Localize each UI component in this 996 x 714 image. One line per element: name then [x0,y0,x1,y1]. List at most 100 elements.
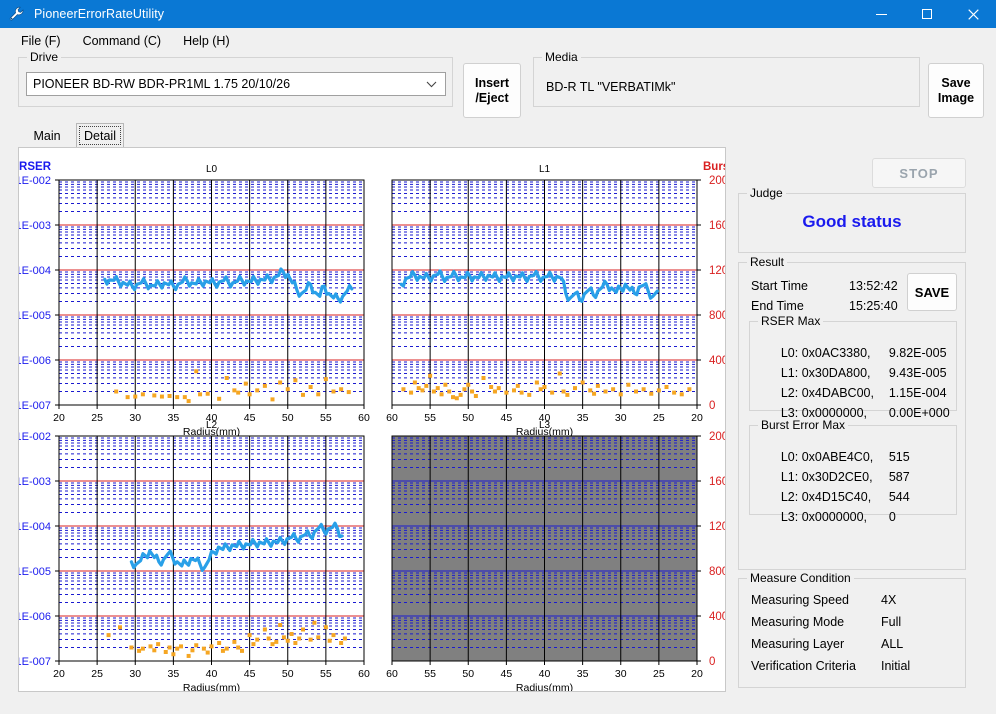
svg-text:Burst Error: Burst Error [703,161,725,173]
svg-text:45: 45 [244,668,256,680]
svg-text:800: 800 [709,566,725,578]
svg-text:60: 60 [386,668,398,680]
window-title: PioneerErrorRateUtility [34,7,165,21]
svg-text:L2: L2 [206,420,218,431]
svg-text:1600: 1600 [709,220,725,232]
measuring-layer-label: Measuring Layer [751,637,845,651]
svg-text:800: 800 [709,310,725,322]
minimize-button[interactable] [858,0,904,28]
menu-item-file[interactable]: File (F) [10,31,72,51]
result-group-title: Result [747,255,788,269]
result-group: Result Start Time 13:52:42 End Time 15:2… [738,255,966,570]
measuring-layer-value: ALL [881,637,904,651]
insert-eject-label-2: /Eject [475,90,509,105]
tab-detail[interactable]: Detail [76,123,124,147]
judge-status: Good status [802,212,902,231]
save-button-label: SAVE [914,284,950,300]
svg-text:30: 30 [129,412,141,424]
insert-eject-label-1: Insert [474,75,510,90]
svg-text:Radius(mm): Radius(mm) [183,682,240,691]
svg-text:50: 50 [282,668,294,680]
save-image-button[interactable]: Save Image [928,63,984,118]
svg-text:35: 35 [577,412,589,424]
svg-text:60: 60 [358,412,370,424]
rser-max-value: 0.00E+000 [888,406,950,420]
tab-main-label: Main [33,129,61,143]
svg-text:60: 60 [358,668,370,680]
svg-text:1E-006: 1E-006 [19,611,51,623]
close-button[interactable] [950,0,996,28]
svg-text:1E-004: 1E-004 [19,521,51,533]
judge-group: Judge Good status [738,186,966,253]
svg-text:1200: 1200 [709,521,725,533]
maximize-button[interactable] [904,0,950,28]
chart-l3 [391,435,701,665]
drive-group-title: Drive [27,50,62,64]
drive-select[interactable]: PIONEER BD-RW BDR-PR1ML 1.75 20/10/26 [26,72,446,96]
measure-condition-title: Measure Condition [747,571,854,585]
end-time-value: 15:25:40 [849,299,898,313]
window-controls [858,0,996,28]
svg-text:50: 50 [462,412,474,424]
drive-select-value: PIONEER BD-RW BDR-PR1ML 1.75 20/10/26 [33,77,291,91]
svg-text:L1: L1 [539,164,551,175]
tab-focus-ring [79,126,121,145]
rser-max-title: RSER Max [758,314,824,328]
svg-text:35: 35 [168,412,180,424]
svg-text:1E-003: 1E-003 [19,476,51,488]
burst-max-value: 0 [888,510,896,524]
svg-text:1E-005: 1E-005 [19,566,51,578]
menu-item-help[interactable]: Help (H) [172,31,241,51]
insert-eject-button[interactable]: Insert /Eject [463,63,521,118]
svg-text:1E-006: 1E-006 [19,355,51,367]
svg-text:20: 20 [53,668,65,680]
svg-text:0: 0 [709,656,715,668]
svg-text:45: 45 [501,412,513,424]
rser-max-group: RSER Max L0: 0x0AC3380, 9.82E-005 L1: 0x3… [749,314,957,420]
svg-text:40: 40 [206,668,218,680]
measuring-speed-value: 4X [881,593,897,607]
burst-error-max-title: Burst Error Max [758,418,849,432]
menu-bar: File (F) Command (C) Help (H) [0,28,996,54]
tab-main[interactable]: Main [24,125,70,147]
tab-strip: Main Detail [18,123,726,147]
stop-button-label: STOP [899,165,939,181]
burst-max-row: L3: 0x0000000, 0 [760,496,896,538]
svg-text:1E-002: 1E-002 [19,175,51,187]
svg-text:40: 40 [539,668,551,680]
menu-item-command[interactable]: Command (C) [72,31,173,51]
drive-group: Drive PIONEER BD-RW BDR-PR1ML 1.75 20/10… [18,50,453,107]
svg-text:45: 45 [501,668,513,680]
svg-text:1E-004: 1E-004 [19,265,51,277]
svg-text:35: 35 [577,668,589,680]
verification-criteria-label: Verification Criteria [751,659,856,673]
media-value: BD-R TL "VERBATIMk" [546,80,676,94]
stop-button[interactable]: STOP [872,158,966,188]
svg-text:25: 25 [91,412,103,424]
svg-text:400: 400 [709,611,725,623]
media-group: Media BD-R TL "VERBATIMk" [533,50,920,107]
svg-text:2000: 2000 [709,175,725,187]
measuring-speed-label: Measuring Speed [751,593,849,607]
svg-text:20: 20 [691,412,703,424]
svg-text:35: 35 [168,668,180,680]
chart-panel: L0 20 25 30 35 40 45 50 55 60 Radius(mm) 1E-002 1E-0… [18,147,726,692]
svg-text:20: 20 [691,668,703,680]
end-time-label: End Time [751,299,804,313]
svg-text:30: 30 [615,668,627,680]
wrench-icon [4,1,30,27]
burst-error-max-group: Burst Error Max L0: 0x0ABE4C0, 515 L1: 0x… [749,418,957,524]
svg-text:400: 400 [709,355,725,367]
svg-text:L0: L0 [206,164,218,175]
svg-text:50: 50 [462,668,474,680]
svg-text:25: 25 [653,412,665,424]
save-image-label-2: Image [937,90,975,105]
start-time-label: Start Time [751,279,808,293]
save-image-label-1: Save [941,75,971,90]
error-rate-charts: L0 20 25 30 35 40 45 50 55 60 Radius(mm) 1E-002 1E-0… [19,161,725,691]
svg-text:30: 30 [615,412,627,424]
svg-text:1200: 1200 [709,265,725,277]
svg-text:30: 30 [129,668,141,680]
save-button[interactable]: SAVE [907,273,957,311]
svg-text:45: 45 [244,412,256,424]
